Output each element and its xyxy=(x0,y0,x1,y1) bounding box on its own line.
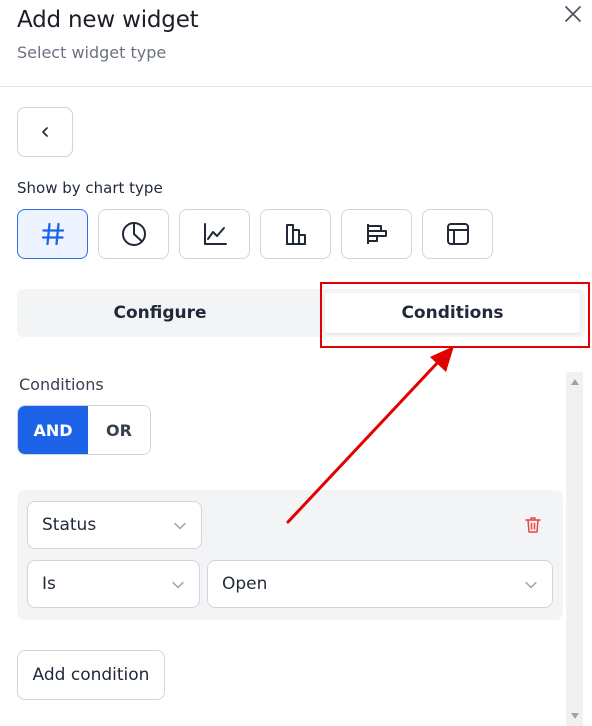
dialog-title: Add new widget xyxy=(17,7,199,33)
back-button[interactable] xyxy=(17,107,73,157)
close-button[interactable] xyxy=(562,3,584,25)
dialog-subtitle: Select widget type xyxy=(17,43,167,62)
annotation-highlight-box xyxy=(320,282,590,348)
line-chart-icon xyxy=(203,223,227,245)
chevron-left-icon xyxy=(42,127,48,137)
chevron-down-icon xyxy=(174,522,186,530)
pie-chart-icon xyxy=(121,222,146,246)
condition-field-select[interactable]: Status xyxy=(27,501,202,549)
horizontal-bar-chart-icon xyxy=(366,224,387,244)
trash-icon xyxy=(525,517,541,533)
close-icon xyxy=(565,6,581,22)
bar-chart-icon xyxy=(285,224,306,245)
condition-operator-select[interactable]: Is xyxy=(27,560,200,608)
condition-operator-value: Is xyxy=(42,574,56,594)
tab-configure[interactable]: Configure xyxy=(17,293,303,333)
scroll-down-button[interactable] xyxy=(566,710,583,722)
condition-row: Status Is Open xyxy=(17,490,563,620)
scrollbar[interactable] xyxy=(566,372,583,726)
chart-type-selector xyxy=(17,209,493,259)
or-button[interactable]: OR xyxy=(88,406,150,454)
and-button[interactable]: AND xyxy=(18,406,88,454)
chart-type-horizontal-bar-button[interactable] xyxy=(341,209,412,259)
conditions-label: Conditions xyxy=(19,375,104,394)
chart-type-number-button[interactable] xyxy=(17,209,88,259)
table-icon xyxy=(446,223,469,245)
condition-value-text: Open xyxy=(222,574,268,594)
logic-toggle: AND OR xyxy=(17,405,151,455)
chart-type-line-button[interactable] xyxy=(179,209,250,259)
chart-type-label: Show by chart type xyxy=(17,179,163,197)
add-condition-button[interactable]: Add condition xyxy=(17,650,165,700)
scroll-up-icon xyxy=(570,379,579,385)
chart-type-bar-button[interactable] xyxy=(260,209,331,259)
condition-field-value: Status xyxy=(42,515,97,535)
hash-icon xyxy=(41,222,64,246)
condition-value-select[interactable]: Open xyxy=(207,560,553,608)
delete-condition-button[interactable] xyxy=(523,515,543,535)
chevron-down-icon xyxy=(525,581,537,589)
chart-type-pie-button[interactable] xyxy=(98,209,169,259)
chevron-down-icon xyxy=(172,581,184,589)
scroll-up-button[interactable] xyxy=(566,376,583,388)
scroll-down-icon xyxy=(570,713,579,719)
header-divider xyxy=(0,86,592,87)
chart-type-table-button[interactable] xyxy=(422,209,493,259)
